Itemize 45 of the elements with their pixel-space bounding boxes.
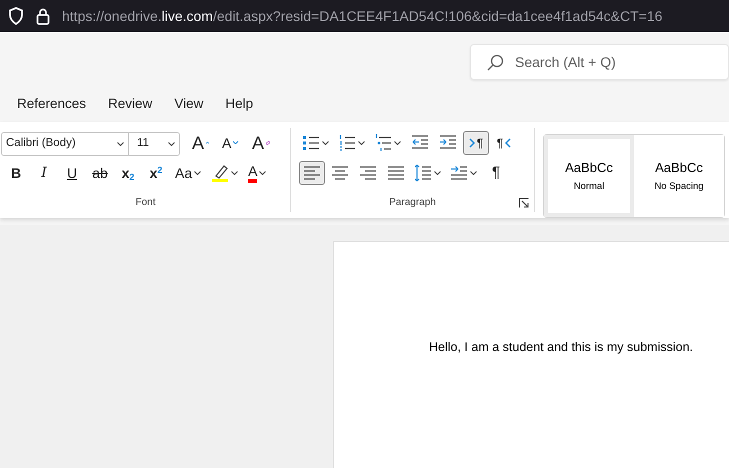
align-right-icon <box>360 164 376 182</box>
clear-formatting-button[interactable]: A <box>248 131 274 155</box>
align-left-icon <box>304 164 320 182</box>
line-spacing-icon <box>415 164 432 182</box>
change-case-button[interactable]: Aa <box>171 161 206 185</box>
align-left-button[interactable] <box>299 161 325 185</box>
script-button[interactable]: x$^{2}$ <box>143 161 169 185</box>
bold-button[interactable]: B <box>3 161 29 185</box>
search-icon <box>486 54 504 72</box>
style-gallery-item[interactable]: AaBbCc Normal <box>544 135 634 217</box>
menu-tab[interactable]: Help <box>214 92 264 116</box>
menu-tab[interactable]: Review <box>97 92 164 116</box>
chevron-icon <box>117 142 124 146</box>
right-to-left-button[interactable]: ¶ <box>491 131 517 155</box>
multilevel-list-icon <box>375 134 392 152</box>
paragraph-indent-icon <box>451 164 468 182</box>
caret-icon <box>206 140 210 146</box>
caret-icon <box>233 140 240 146</box>
justify-icon <box>388 164 404 182</box>
eraser-icon <box>266 140 270 146</box>
bullets-icon <box>303 134 320 152</box>
document-text: Hello, I am a student and this is my submission. <box>429 339 694 356</box>
shield-icon <box>8 7 24 25</box>
shrink-font-button[interactable]: A <box>218 131 244 155</box>
script-button[interactable]: x$_{2}$ <box>115 161 141 185</box>
group-label: Font <box>134 196 156 210</box>
dialog-launcher-icon <box>519 198 529 208</box>
align-center-icon <box>332 164 348 182</box>
grow-font-button[interactable]: A <box>188 131 214 155</box>
numbered-list-icon <box>339 134 356 152</box>
menu-tab[interactable]: View <box>163 92 214 116</box>
italic-button[interactable]: I <box>31 161 57 185</box>
dialog-launcher-button[interactable] <box>518 196 530 210</box>
menu-tab[interactable]: References <box>6 92 98 116</box>
font-size-dropdown[interactable]: 11 <box>129 133 179 155</box>
underline-button[interactable]: U <box>59 161 85 185</box>
strikethrough-button[interactable]: ab <box>87 161 113 185</box>
lock-icon <box>36 8 50 24</box>
left-to-right-button[interactable]: ¶ <box>463 131 489 155</box>
group-label: Paragraph <box>388 196 437 210</box>
chevron-icon <box>168 142 175 146</box>
font-name-dropdown[interactable]: Calibri (Body) <box>2 133 129 155</box>
search-field[interactable]: Search (Alt + Q) <box>470 44 729 80</box>
show-marks-button[interactable]: ¶ <box>483 161 509 185</box>
font-color-button[interactable]: A <box>244 161 270 185</box>
